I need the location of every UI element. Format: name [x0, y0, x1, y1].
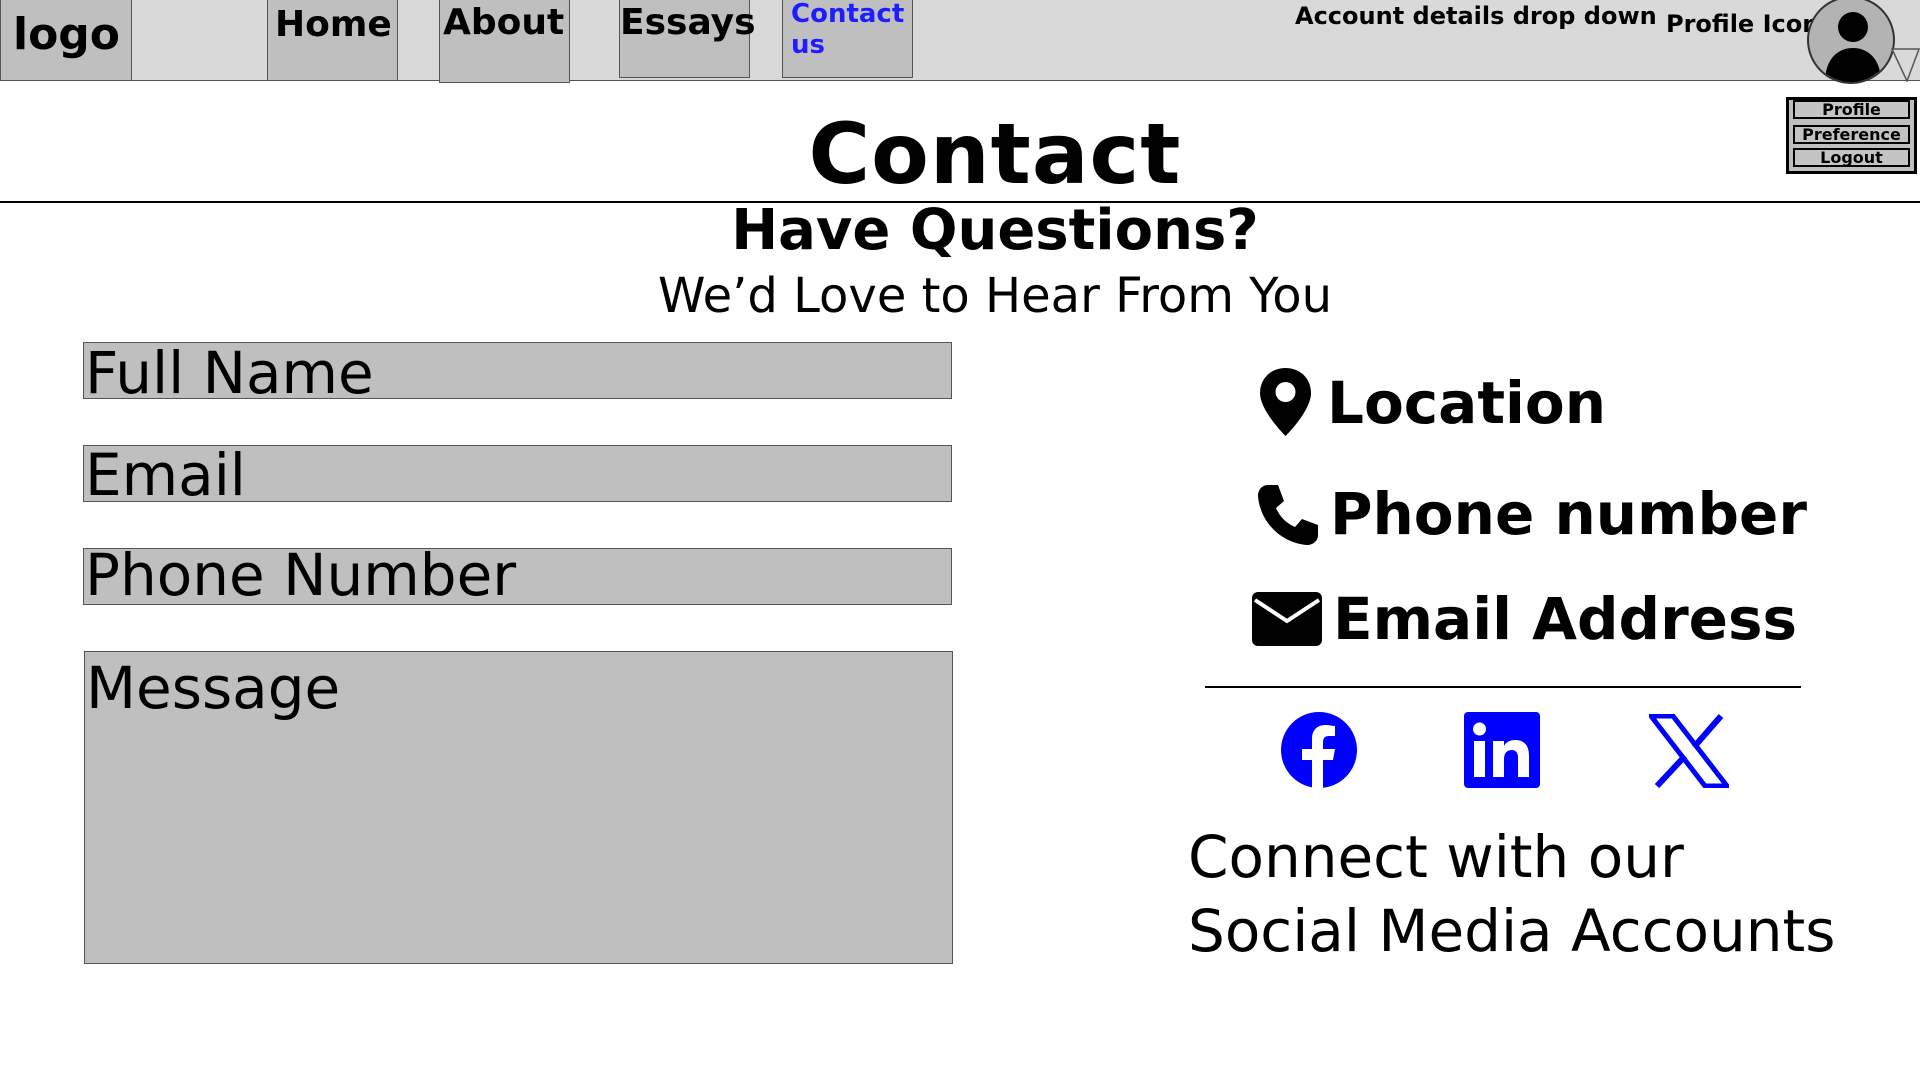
- social-text-line2: Social Media Accounts: [1188, 897, 1836, 965]
- nav-contact-link[interactable]: Contact us: [782, 0, 913, 78]
- social-connect-text: Connect with our Social Media Accounts: [1188, 820, 1835, 968]
- nav-essays-link[interactable]: Essays: [619, 0, 756, 78]
- full-name-placeholder: Full Name: [85, 339, 374, 407]
- facebook-icon[interactable]: [1280, 711, 1358, 789]
- user-icon: [1825, 12, 1881, 82]
- email-label: Email Address: [1333, 585, 1798, 653]
- message-placeholder: Message: [86, 654, 341, 722]
- phone-number-field[interactable]: Phone Number: [83, 541, 952, 609]
- envelope-icon: [1252, 592, 1322, 646]
- nav-home-link[interactable]: Home: [267, 0, 398, 81]
- social-text-line1: Connect with our: [1188, 823, 1684, 891]
- location-label: Location: [1327, 369, 1607, 437]
- phone-number-placeholder: Phone Number: [85, 541, 517, 609]
- map-pin-icon: [1260, 368, 1311, 436]
- page-title: Contact: [808, 105, 1182, 203]
- profile-icon-label: Profile Icon: [1666, 10, 1820, 38]
- nav-about-link[interactable]: About: [439, 0, 570, 83]
- top-navbar: logo Home About Essays Contact us Accoun…: [0, 0, 1920, 84]
- page-subtitle: Have Questions?: [731, 198, 1259, 263]
- message-field[interactable]: Message: [84, 651, 953, 964]
- page-tagline: We’d Love to Hear From You: [657, 268, 1332, 324]
- email-field[interactable]: Email: [83, 441, 952, 509]
- phone-icon: [1258, 485, 1318, 545]
- email-placeholder: Email: [85, 441, 246, 509]
- linkedin-icon[interactable]: [1464, 712, 1540, 788]
- logo[interactable]: logo: [0, 0, 132, 81]
- avatar[interactable]: [1807, 0, 1895, 84]
- full-name-field[interactable]: Full Name: [83, 339, 952, 407]
- phone-label: Phone number: [1330, 480, 1807, 548]
- chevron-down-icon[interactable]: [1891, 48, 1920, 82]
- account-dropdown-label: Account details drop down: [1295, 2, 1657, 30]
- divider: [1205, 686, 1801, 688]
- x-icon[interactable]: [1649, 714, 1729, 788]
